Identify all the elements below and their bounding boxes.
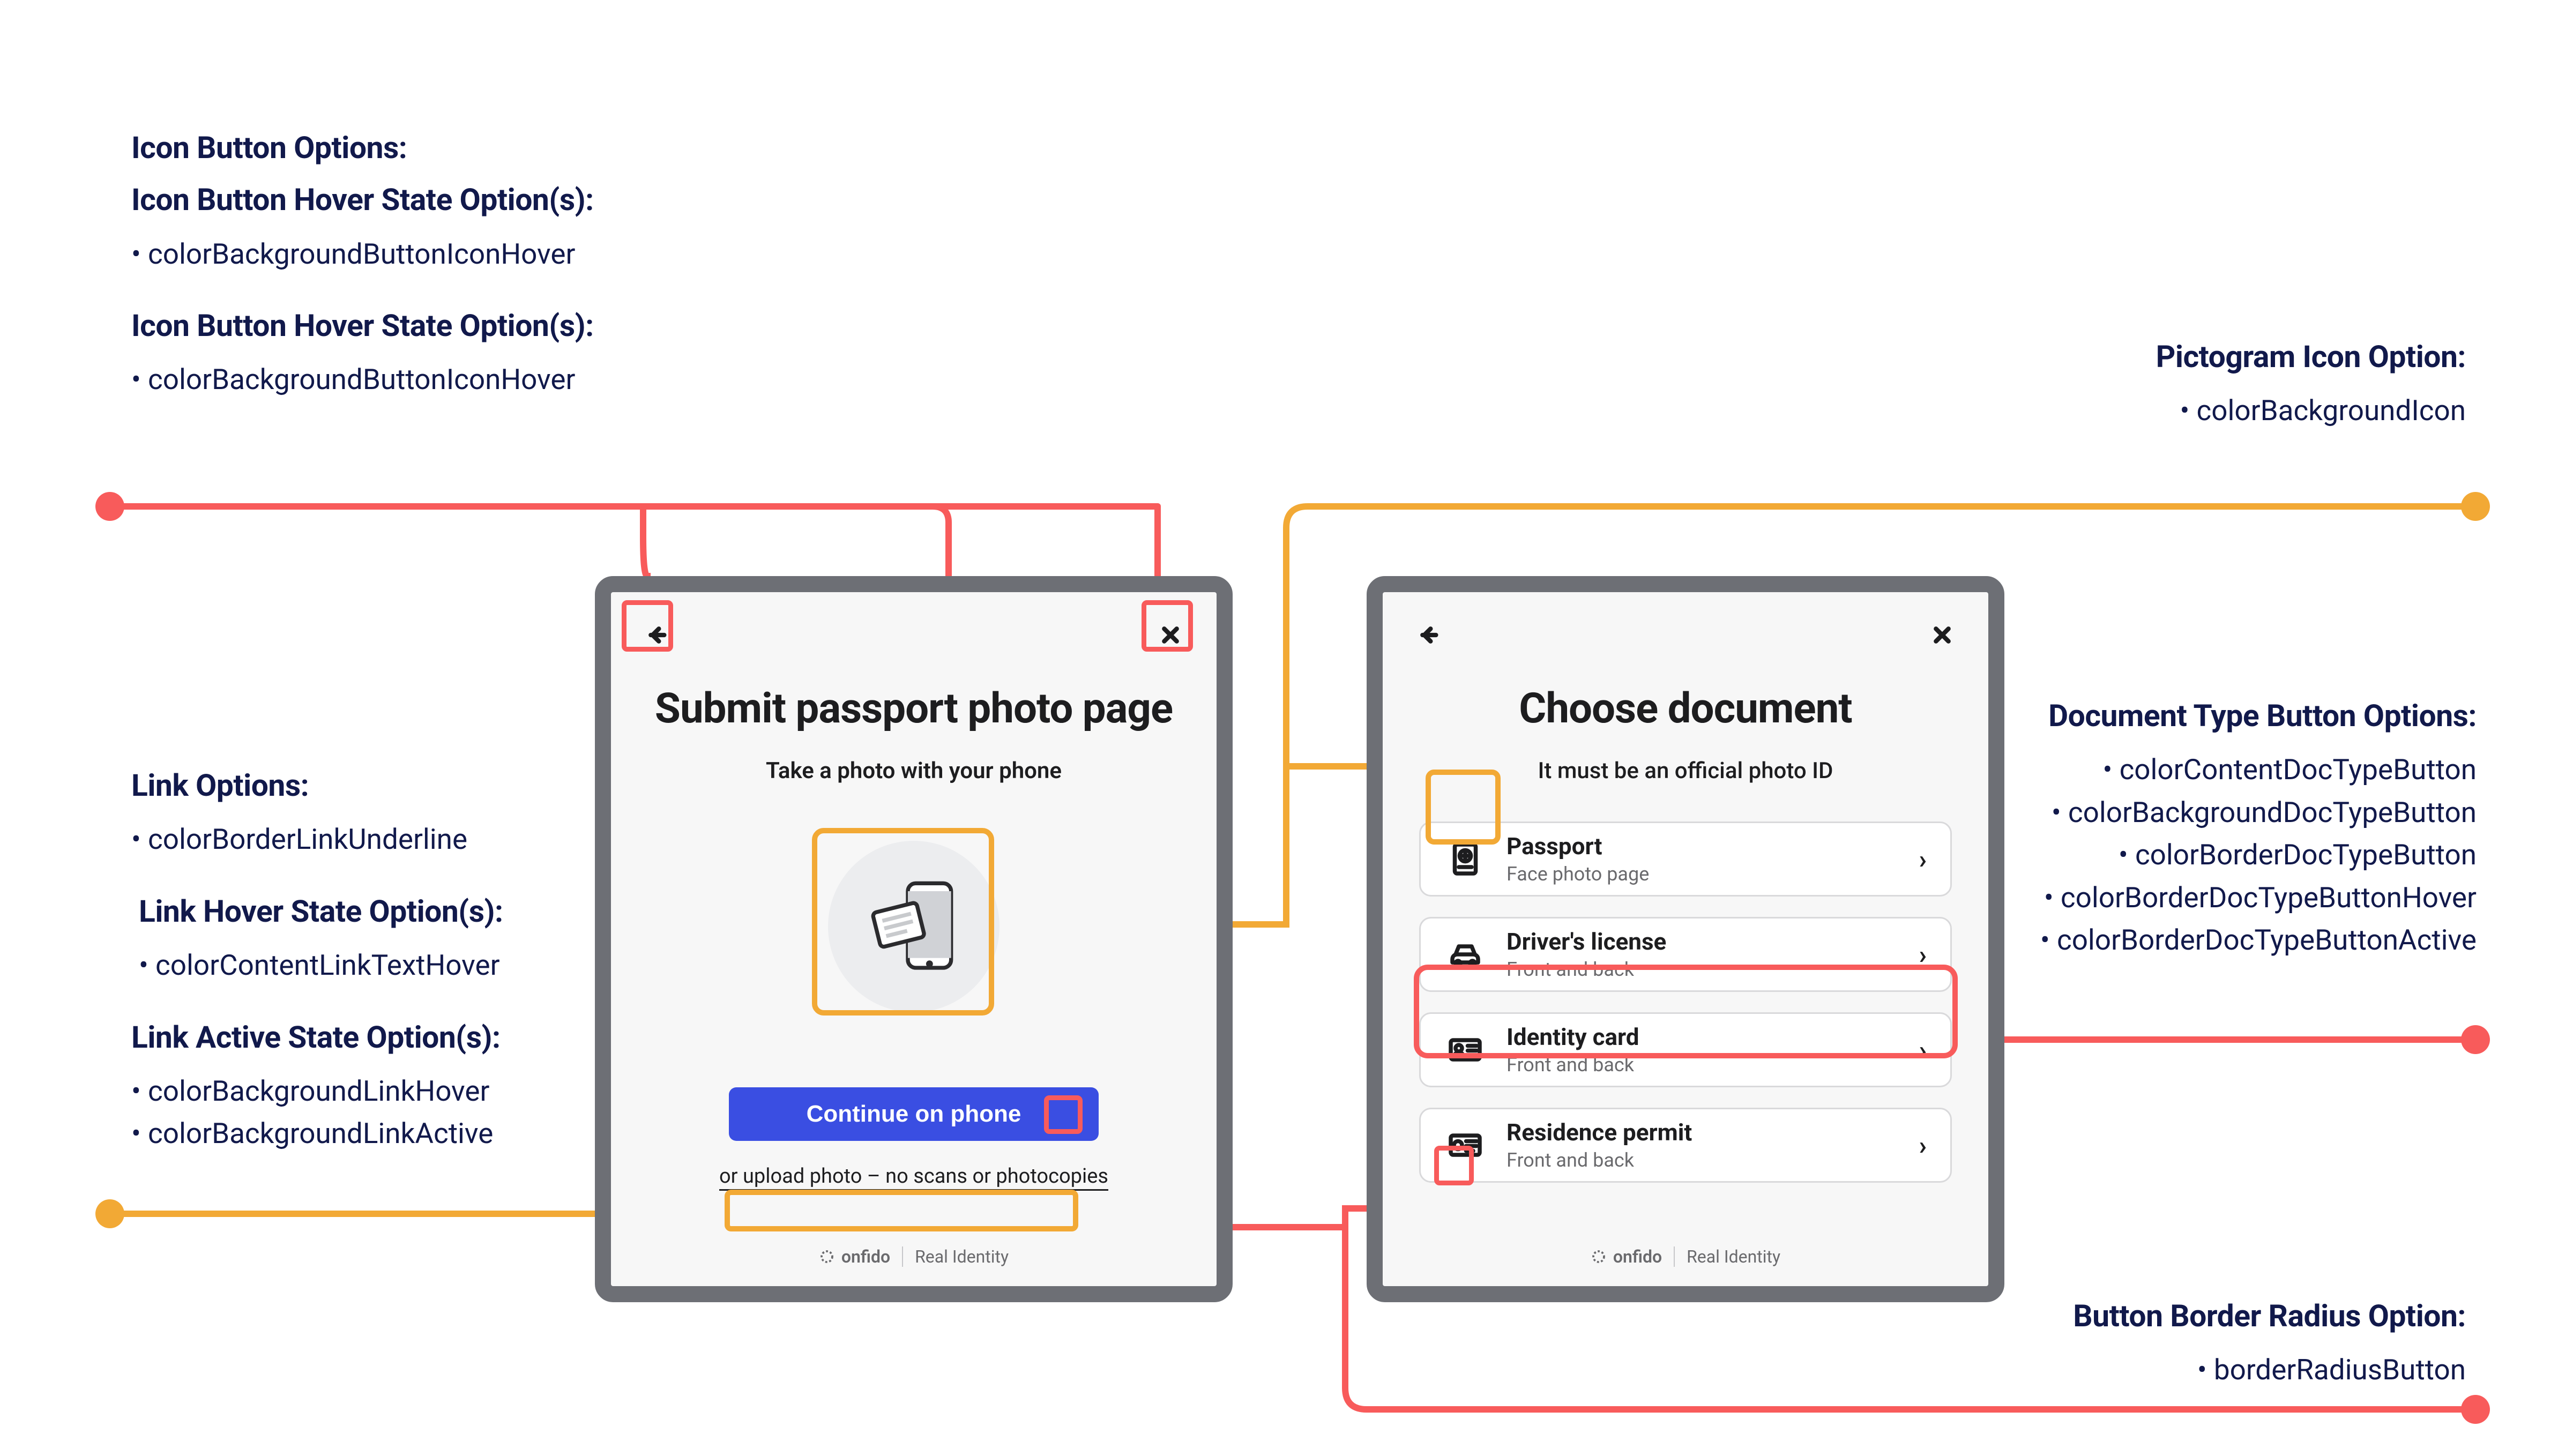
page-title: Submit passport photo page <box>611 684 1217 733</box>
close-button[interactable] <box>1925 618 1959 652</box>
anno-heading: Icon Button Options: <box>131 129 721 167</box>
anno-subheading: Link Hover State Option(s): <box>139 892 667 930</box>
brand-logo: onfido <box>1591 1246 1662 1267</box>
footer: onfido Real Identity <box>1383 1246 1988 1267</box>
anno-pictogram: Pictogram Icon Option: colorBackgroundIc… <box>1983 338 2466 464</box>
highlight-identity-card-row <box>1414 965 1958 1058</box>
footer-tagline: Real Identity <box>1687 1246 1780 1267</box>
anno-subheading: Icon Button Hover State Option(s): <box>131 181 721 219</box>
upload-link-row: or upload photo – no scans or photocopie… <box>611 1164 1217 1188</box>
brand-logo: onfido <box>819 1246 890 1267</box>
anno-subheading: Link Options: <box>131 766 667 804</box>
chevron-right-icon: › <box>1919 1130 1927 1161</box>
anno-item: colorBackgroundButtonIconHover <box>131 359 721 401</box>
anno-item: colorBackgroundLinkActive <box>131 1112 667 1155</box>
connector-node <box>95 492 124 521</box>
footer-separator <box>1674 1246 1675 1267</box>
highlight-upload-link <box>725 1190 1078 1231</box>
anno-item: colorBorderDocTypeButtonHover <box>1833 877 2477 920</box>
onfido-mark-icon <box>819 1249 835 1265</box>
footer-separator <box>902 1246 903 1267</box>
footer: onfido Real Identity <box>611 1246 1217 1267</box>
anno-icon-button: Icon Button Options: Icon Button Hover S… <box>131 129 721 432</box>
anno-item: colorBackgroundLinkHover <box>131 1070 667 1113</box>
anno-item: borderRadiusButton <box>1876 1349 2466 1392</box>
connector-node <box>2461 1025 2490 1054</box>
back-button[interactable] <box>1412 618 1446 652</box>
anno-item: colorContentDocTypeButton <box>1833 749 2477 792</box>
anno-item: colorBorderLinkUnderline <box>131 818 667 861</box>
connector-node <box>95 1199 124 1228</box>
anno-item: colorContentLinkTextHover <box>139 944 667 987</box>
anno-subheading: Icon Button Hover State Option(s): <box>131 307 721 345</box>
anno-heading: Document Type Button Options: <box>1833 697 2477 735</box>
anno-heading: Button Border Radius Option: <box>1876 1297 2466 1335</box>
arrow-left-icon <box>1418 624 1440 646</box>
anno-border-radius: Button Border Radius Option: borderRadiu… <box>1876 1297 2466 1423</box>
anno-item: colorBackgroundButtonIconHover <box>131 233 721 276</box>
highlight-back-button <box>622 600 673 652</box>
anno-link: Link Options: colorBorderLinkUnderline L… <box>131 766 667 1186</box>
highlight-border-radius-primary <box>1044 1095 1083 1134</box>
anno-subheading: Link Active State Option(s): <box>131 1018 667 1056</box>
page-subtitle: Take a photo with your phone <box>611 758 1217 784</box>
doc-subtitle: Front and back <box>1506 1149 1898 1171</box>
highlight-close-button <box>1142 600 1193 652</box>
footer-tagline: Real Identity <box>915 1246 1009 1267</box>
highlight-pictogram <box>812 828 994 1016</box>
anno-item: colorBackgroundDocTypeButton <box>1833 792 2477 834</box>
close-icon <box>1931 624 1953 646</box>
anno-doctype: Document Type Button Options: colorConte… <box>1833 697 2477 993</box>
upload-photo-link[interactable]: or upload photo – no scans or photocopie… <box>719 1164 1108 1191</box>
doc-type-residence-permit[interactable]: Residence permit Front and back › <box>1419 1108 1952 1183</box>
connector-node <box>2461 492 2490 521</box>
anno-item: colorBackgroundIcon <box>1983 390 2466 432</box>
highlight-passport-icon <box>1426 770 1501 845</box>
doc-title: Residence permit <box>1506 1119 1898 1146</box>
anno-item: colorBorderDocTypeButtonActive <box>1833 919 2477 962</box>
highlight-border-radius-docrow <box>1434 1146 1474 1185</box>
anno-item: colorBorderDocTypeButton <box>1833 834 2477 877</box>
anno-heading: Pictogram Icon Option: <box>1983 338 2466 376</box>
connector-node <box>2461 1395 2490 1424</box>
continue-on-phone-button[interactable]: Continue on phone <box>729 1087 1099 1141</box>
onfido-mark-icon <box>1591 1249 1607 1265</box>
